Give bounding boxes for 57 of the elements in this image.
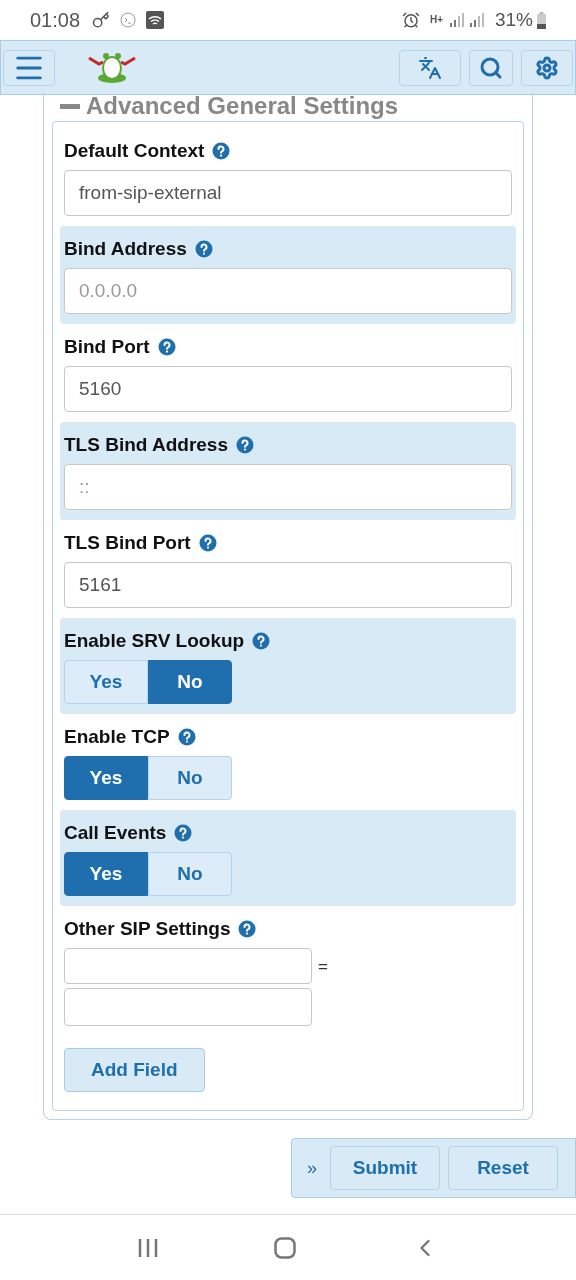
search-icon: [479, 55, 503, 80]
menu-button[interactable]: [3, 49, 55, 86]
action-button[interactable]: Reset: [448, 1146, 558, 1190]
home-icon[interactable]: [274, 1236, 296, 1259]
battery-icon: [537, 11, 546, 29]
help-icon[interactable]: [157, 338, 176, 356]
alarm-icon: [401, 11, 420, 29]
help-icon[interactable]: [212, 142, 231, 160]
toggle-option[interactable]: No: [148, 852, 232, 896]
help-icon[interactable]: [238, 920, 257, 938]
section-title: Advanced General Settings: [86, 93, 399, 119]
help-icon[interactable]: [236, 436, 254, 454]
text-field[interactable]: from-sip-external: [64, 170, 512, 216]
field-label: Enable TCP: [64, 724, 170, 749]
signal-icon: [448, 12, 467, 28]
add-field-button[interactable]: Add Field: [64, 1048, 205, 1092]
toggle-option[interactable]: No: [148, 660, 232, 704]
key-field[interactable]: [64, 948, 312, 984]
signal-icon: [468, 12, 487, 28]
field-label: TLS Bind Address: [64, 432, 228, 457]
toggle-option[interactable]: Yes: [64, 660, 148, 704]
text-field[interactable]: 0.0.0.0: [64, 268, 512, 314]
help-icon[interactable]: [198, 534, 217, 552]
key-icon: [92, 11, 111, 29]
toggle-option[interactable]: Yes: [64, 756, 148, 800]
collapse-icon[interactable]: [60, 103, 80, 109]
help-icon[interactable]: [252, 632, 271, 650]
network-type: H+: [429, 15, 443, 25]
toggle-option[interactable]: Yes: [64, 852, 148, 896]
recent-apps-icon[interactable]: [137, 1237, 160, 1258]
translate-button[interactable]: [399, 49, 461, 86]
help-icon[interactable]: [194, 240, 213, 258]
terminal-icon: [120, 12, 137, 28]
text-field[interactable]: 5160: [64, 366, 512, 412]
settings-button[interactable]: [521, 49, 573, 86]
translate-icon: [418, 55, 442, 80]
action-button[interactable]: Submit: [330, 1146, 440, 1190]
help-icon[interactable]: [177, 728, 196, 746]
value-field[interactable]: [64, 988, 312, 1026]
field-label: Default Context: [64, 138, 205, 163]
field-label: Enable SRV Lookup: [64, 628, 245, 653]
equals-sign: =: [318, 956, 328, 978]
field-label: Call Events: [64, 820, 167, 845]
field-label: Bind Address: [64, 236, 187, 261]
help-icon[interactable]: [174, 824, 193, 842]
wifi-icon: [146, 11, 165, 29]
field-label: Bind Port: [64, 334, 150, 359]
field-label: TLS Bind Port: [64, 530, 191, 555]
toggle-option[interactable]: No: [148, 756, 232, 800]
settings-icon: [535, 55, 559, 80]
clock-time: 01:08: [30, 8, 81, 33]
search-button[interactable]: [469, 49, 513, 86]
field-label: Other SIP Settings: [64, 916, 231, 941]
text-field[interactable]: 5161: [64, 562, 512, 608]
battery-percent: 31%: [494, 7, 533, 32]
expand-button[interactable]: »: [302, 1154, 322, 1182]
text-field[interactable]: ::: [64, 464, 512, 510]
